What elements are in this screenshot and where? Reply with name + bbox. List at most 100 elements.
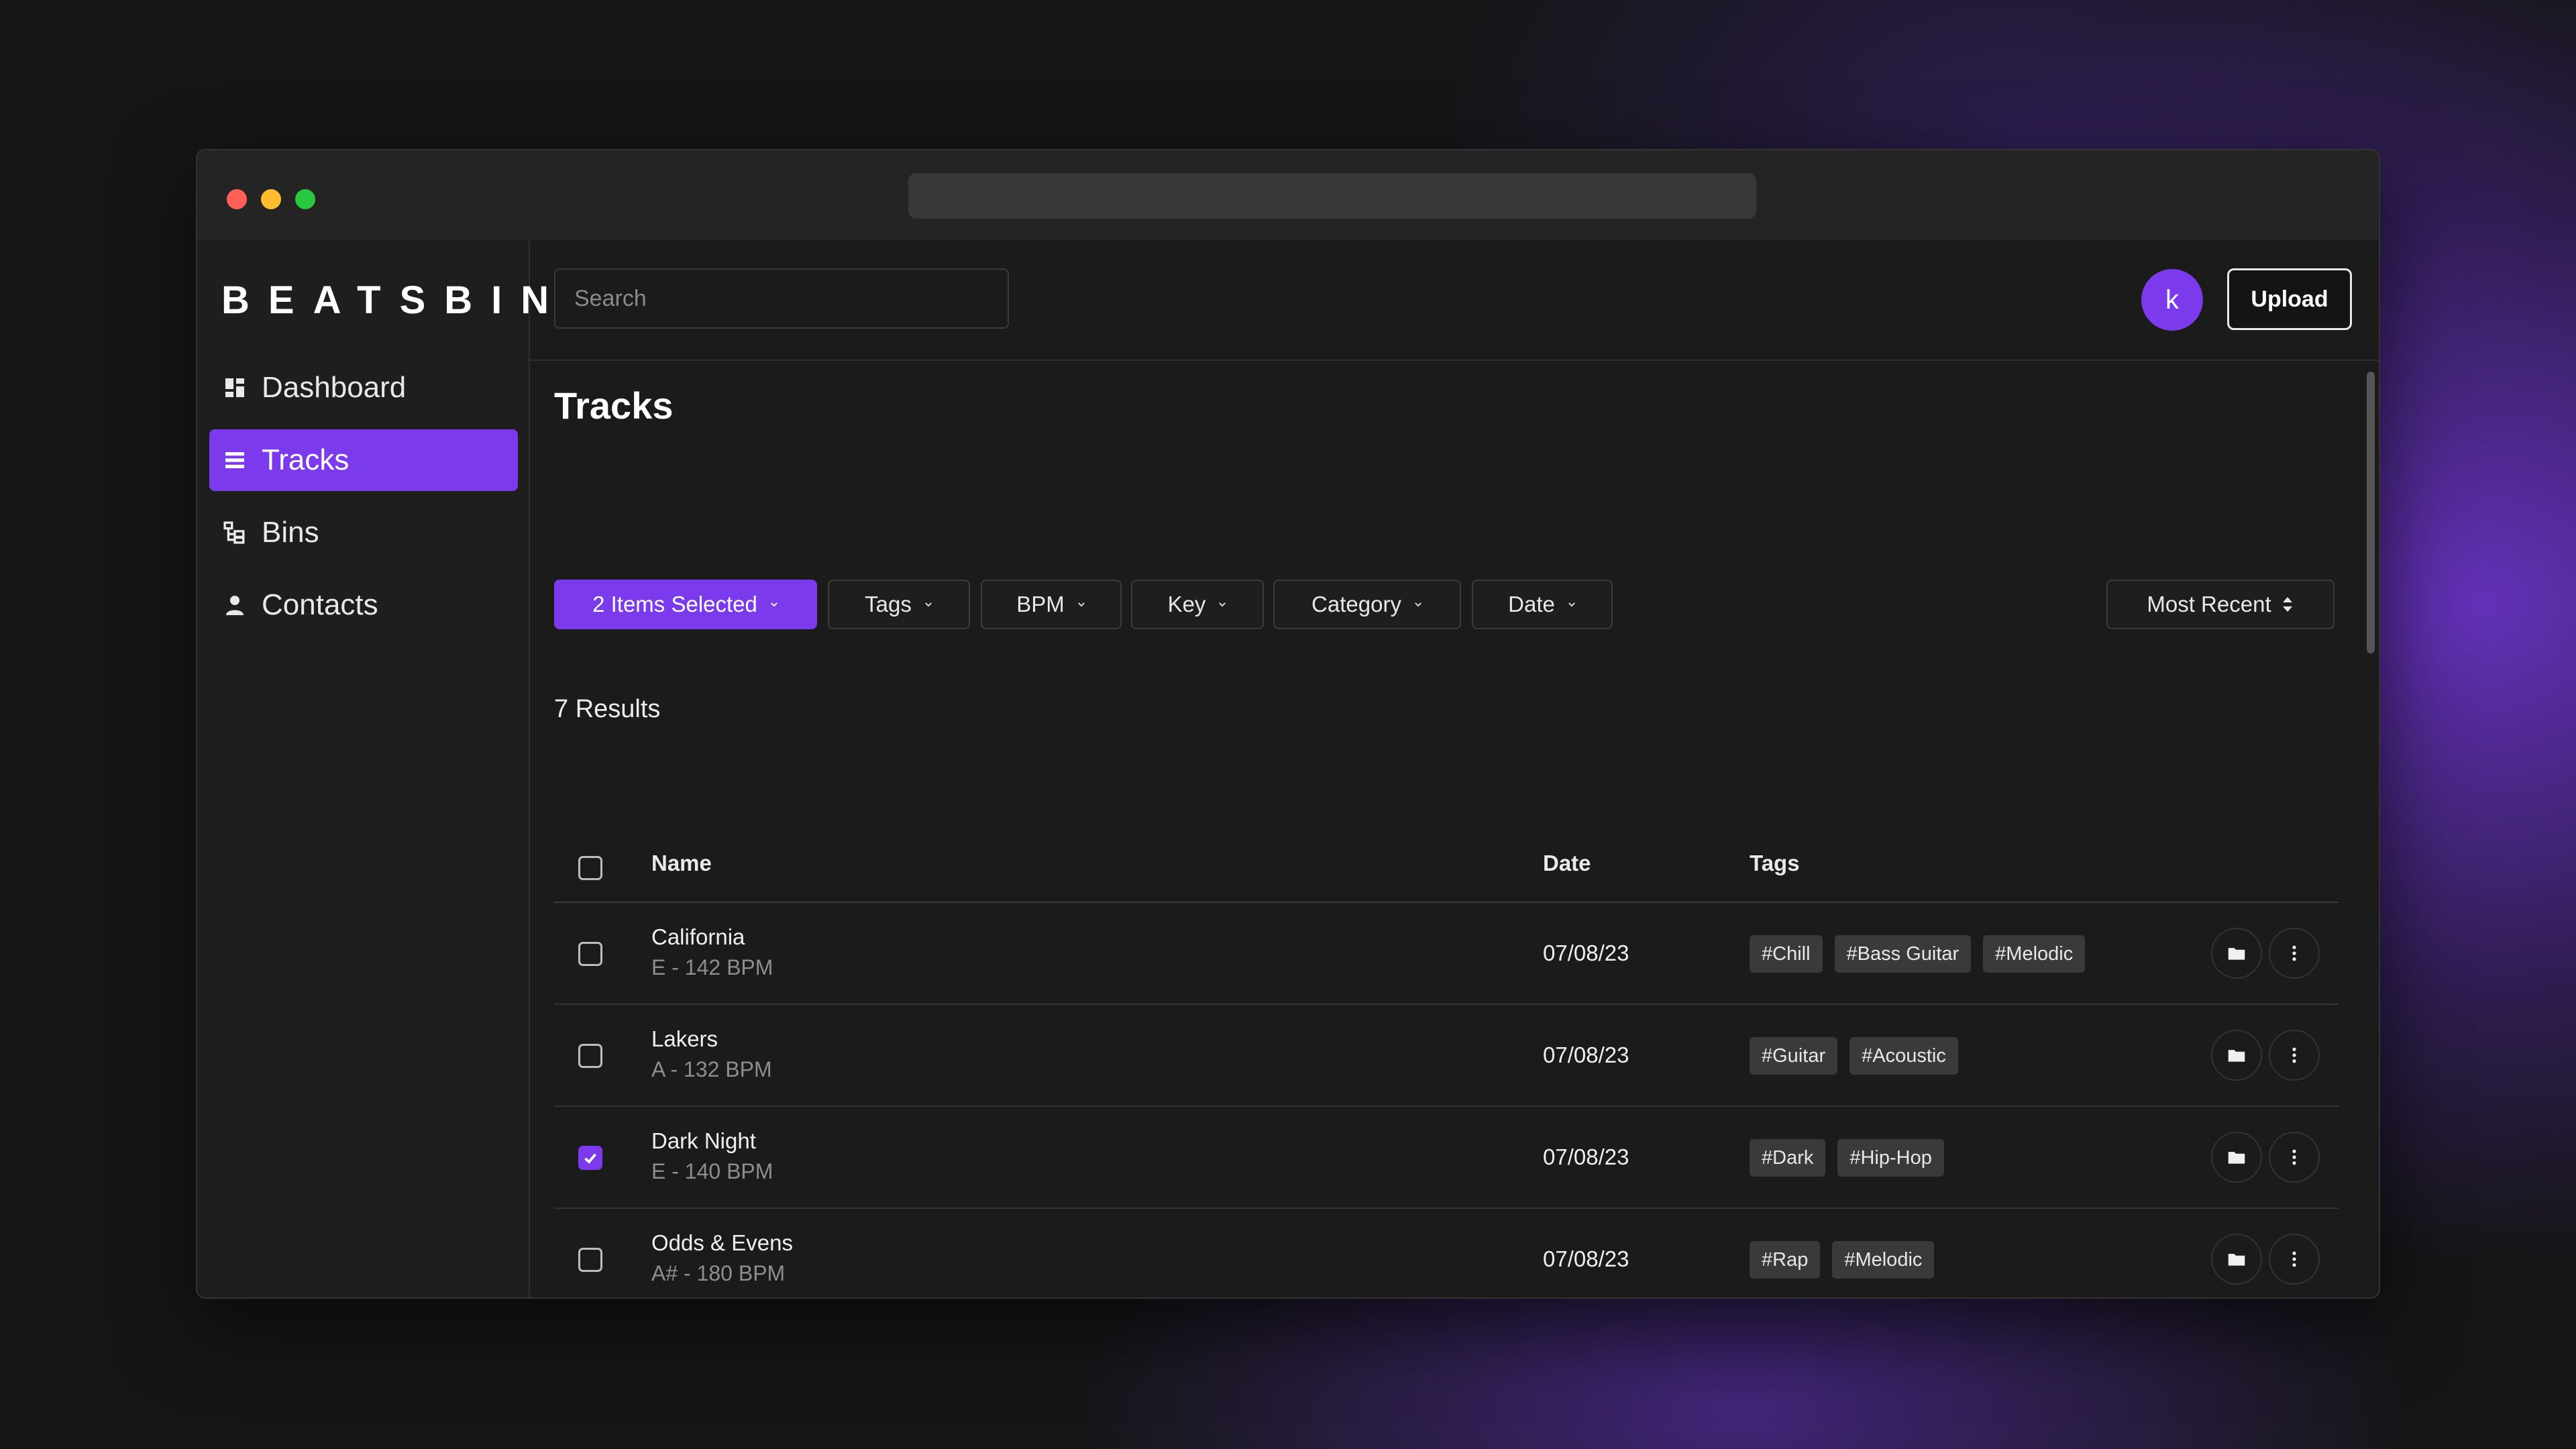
track-key-bpm: E - 140 BPM — [651, 1159, 773, 1183]
table-header: Name Date Tags — [554, 830, 2339, 903]
sidebar-item-label: Contacts — [262, 588, 378, 621]
table-row[interactable]: California E - 142 BPM 07/08/23 #Chill #Bass… — [554, 903, 2339, 1005]
folder-icon — [2228, 1050, 2245, 1062]
chevron-down-icon — [925, 602, 932, 607]
sidebar-item-bins[interactable]: Bins — [209, 502, 518, 564]
upload-button[interactable]: Upload — [2227, 268, 2352, 330]
track-tags: #Chill #Bass Guitar #Melodic — [1750, 935, 2086, 973]
move-to-bin-button[interactable] — [2211, 928, 2262, 979]
search-input[interactable] — [554, 268, 1009, 329]
filter-key[interactable]: Key — [1131, 580, 1264, 629]
move-to-bin-button[interactable] — [2211, 1132, 2262, 1183]
table-row[interactable]: Dark Night E - 140 BPM 07/08/23 #Dark #Hip-H… — [554, 1107, 2339, 1209]
more-options-button[interactable] — [2269, 1030, 2320, 1081]
filter-category[interactable]: Category — [1273, 580, 1461, 629]
sidebar-item-dashboard[interactable]: Dashboard — [209, 357, 518, 419]
results-count: 7 Results — [554, 695, 661, 723]
filter-label: Tags — [865, 592, 912, 616]
filter-label: Category — [1311, 592, 1401, 616]
sidebar-item-contacts[interactable]: Contacts — [209, 574, 518, 636]
page-title: Tracks — [554, 384, 674, 427]
folder-icon — [2228, 1254, 2245, 1266]
address-bar[interactable] — [908, 173, 1756, 219]
track-key-bpm: E - 142 BPM — [651, 955, 773, 979]
filter-label: BPM — [1016, 592, 1065, 616]
dashboard-icon — [223, 376, 247, 400]
more-vertical-icon — [2292, 1149, 2296, 1165]
table-row[interactable]: Lakers A - 132 BPM 07/08/23 #Guitar #Acousti… — [554, 1005, 2339, 1107]
checkmark-icon — [584, 1153, 596, 1164]
scrollbar[interactable] — [2361, 361, 2379, 1297]
row-checkbox[interactable] — [578, 1248, 602, 1272]
track-tags: #Rap #Melodic — [1750, 1241, 1935, 1279]
chevron-down-icon — [771, 602, 777, 607]
track-date: 07/08/23 — [1543, 1246, 1629, 1271]
sort-label: Most Recent — [2147, 592, 2271, 616]
move-to-bin-button[interactable] — [2211, 1234, 2262, 1285]
tag-chip[interactable]: #Dark — [1750, 1139, 1826, 1177]
avatar[interactable]: k — [2141, 269, 2203, 331]
more-options-button[interactable] — [2269, 1132, 2320, 1183]
chevron-down-icon — [1077, 602, 1085, 607]
more-vertical-icon — [2292, 945, 2296, 961]
tag-chip[interactable]: #Acoustic — [1849, 1037, 1958, 1075]
title-bar — [197, 150, 2379, 240]
tag-chip[interactable]: #Bass Guitar — [1834, 935, 1972, 973]
table-row[interactable]: Odds & Evens A# - 180 BPM 07/08/23 #Rap #Mel… — [554, 1209, 2339, 1297]
filter-label: Date — [1508, 592, 1555, 616]
chevron-down-icon — [1568, 602, 1575, 607]
track-name[interactable]: California — [651, 924, 745, 950]
track-date: 07/08/23 — [1543, 1042, 1629, 1067]
sidebar: BEATSBIN Dashboard Tracks Bins Contacts — [197, 240, 549, 1297]
row-checkbox[interactable] — [578, 1044, 602, 1068]
filter-label: Key — [1167, 592, 1206, 616]
more-options-button[interactable] — [2269, 928, 2320, 979]
tag-chip[interactable]: #Melodic — [1983, 935, 2086, 973]
top-bar: k Upload — [530, 240, 2379, 361]
chevron-down-icon — [1415, 602, 1421, 607]
filter-bpm[interactable]: BPM — [981, 580, 1122, 629]
row-checkbox[interactable] — [578, 1146, 602, 1170]
track-key-bpm: A - 132 BPM — [651, 1057, 772, 1081]
maximize-window-button[interactable] — [295, 189, 315, 209]
app-logo: BEATSBIN — [221, 278, 568, 322]
tag-chip[interactable]: #Hip-Hop — [1837, 1139, 1944, 1177]
track-tags: #Guitar #Acoustic — [1750, 1037, 1958, 1075]
column-header-name: Name — [651, 851, 712, 875]
select-all-checkbox[interactable] — [578, 856, 602, 880]
sidebar-item-label: Bins — [262, 516, 319, 549]
track-name[interactable]: Lakers — [651, 1026, 718, 1052]
tag-chip[interactable]: #Rap — [1750, 1241, 1821, 1279]
tag-chip[interactable]: #Melodic — [1832, 1241, 1935, 1279]
more-vertical-icon — [2292, 1251, 2296, 1267]
sort-icon — [2282, 597, 2292, 612]
column-header-date: Date — [1543, 851, 1591, 875]
sidebar-item-label: Dashboard — [262, 371, 407, 404]
sort-dropdown[interactable]: Most Recent — [2106, 580, 2334, 629]
folder-icon — [2228, 1152, 2245, 1164]
more-options-button[interactable] — [2269, 1234, 2320, 1285]
track-key-bpm: A# - 180 BPM — [651, 1261, 786, 1285]
sidebar-item-label: Tracks — [262, 443, 350, 476]
close-window-button[interactable] — [227, 189, 247, 209]
track-name[interactable]: Dark Night — [651, 1128, 756, 1154]
move-to-bin-button[interactable] — [2211, 1030, 2262, 1081]
track-date: 07/08/23 — [1543, 1144, 1629, 1169]
filter-label: 2 Items Selected — [592, 592, 757, 616]
tag-chip[interactable]: #Chill — [1750, 935, 1823, 973]
filter-tags[interactable]: Tags — [828, 580, 970, 629]
tag-chip[interactable]: #Guitar — [1750, 1037, 1838, 1075]
main-content: k Upload Tracks 2 Items Selected Tags BP… — [530, 240, 2379, 1297]
filter-selected-items[interactable]: 2 Items Selected — [554, 580, 817, 629]
track-name[interactable]: Odds & Evens — [651, 1230, 793, 1256]
filter-date[interactable]: Date — [1472, 580, 1613, 629]
track-date: 07/08/23 — [1543, 941, 1629, 965]
row-checkbox[interactable] — [578, 942, 602, 966]
more-vertical-icon — [2292, 1047, 2296, 1063]
column-header-tags: Tags — [1750, 851, 1800, 875]
scrollbar-thumb[interactable] — [2367, 372, 2375, 653]
track-tags: #Dark #Hip-Hop — [1750, 1139, 1944, 1177]
minimize-window-button[interactable] — [261, 189, 281, 209]
app-window: BEATSBIN Dashboard Tracks Bins Contacts — [196, 149, 2380, 1299]
sidebar-item-tracks[interactable]: Tracks — [209, 429, 518, 491]
